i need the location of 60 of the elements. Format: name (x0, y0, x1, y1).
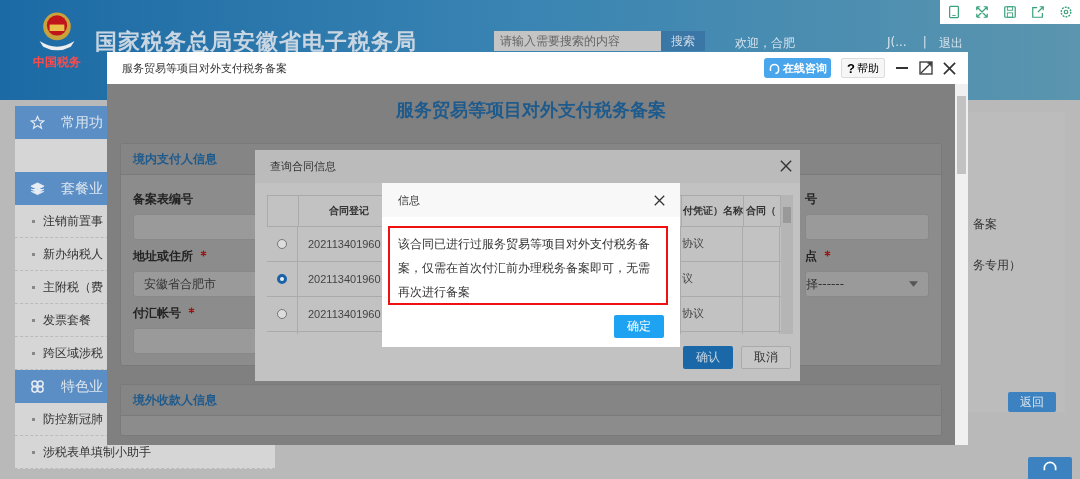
share-icon[interactable] (1031, 5, 1045, 19)
caret-icon (909, 281, 918, 287)
radio-button[interactable] (277, 238, 287, 249)
welcome-text: 欢迎，合肥 (735, 35, 796, 52)
scrollbar[interactable] (955, 84, 968, 445)
table-cell: 协议 (682, 236, 704, 251)
search-field[interactable]: 请输入需要搜索的内容 (494, 31, 661, 51)
sidebar-section-title: 特色业 (61, 377, 103, 396)
table-cell: 202113401960 (308, 307, 381, 320)
field-label: 点 (805, 249, 817, 263)
sidebar-section-title: 套餐业 (61, 179, 103, 198)
field-label: 地址或住所 (133, 249, 193, 263)
column-header: 合同登记 (329, 203, 369, 218)
table-cell: 协议 (682, 306, 704, 321)
window-title: 服务贸易等项目对外支付税务备案 (122, 60, 287, 76)
settings-icon[interactable] (1059, 5, 1073, 19)
search-button[interactable]: 搜索 (661, 31, 705, 51)
back-button[interactable]: 返回 (1008, 392, 1056, 412)
site-title: 国家税务总局安徽省电子税务局 (95, 28, 417, 56)
clover-icon (30, 379, 45, 394)
user-name: J(... (887, 35, 907, 49)
table-cell: 202113401960 (308, 237, 381, 250)
select-field[interactable]: 择------ (805, 271, 929, 297)
panel-text: 备案 (973, 216, 997, 233)
cancel-button[interactable]: 取消 (741, 346, 791, 369)
logo-text: 中国税务 (33, 54, 81, 71)
headset-button[interactable] (1028, 457, 1072, 479)
confirm-button[interactable]: 确认 (683, 346, 733, 369)
field-label: 付汇帐号 (133, 306, 181, 320)
section-title: 境内支付人信息 (133, 150, 217, 168)
column-header: 付凭证）名称 (683, 203, 743, 218)
star-icon (30, 115, 45, 130)
logout-link[interactable]: 退出 (938, 35, 963, 52)
close-icon[interactable] (943, 61, 956, 75)
save-icon[interactable] (1003, 5, 1017, 19)
scrollbar[interactable] (781, 194, 793, 334)
headset-icon (768, 61, 782, 75)
tablet-icon[interactable] (947, 5, 961, 19)
close-icon[interactable] (780, 160, 792, 173)
table-cell: 议 (682, 271, 693, 286)
consult-button[interactable]: 在线咨询 (764, 58, 832, 78)
close-icon[interactable] (654, 194, 665, 206)
maximize-icon[interactable] (919, 61, 933, 75)
column-header: 合同（ (746, 203, 776, 218)
sidebar-section-title: 常用功 (61, 113, 103, 132)
field-label: 号 (805, 192, 817, 206)
radio-button[interactable] (277, 273, 287, 284)
dialog-title: 信息 (398, 192, 420, 208)
panel-text: 务专用） (973, 257, 1021, 274)
message-text: 该合同已进行过服务贸易等项目对外支付税务备案，仅需在首次付汇前办理税务备案即可，无需再次进行备案 (398, 236, 651, 301)
field-label: 备案表编号 (133, 192, 193, 206)
page-heading: 服务贸易等项目对外支付税务备案 (395, 98, 667, 122)
dialog-title: 查询合同信息 (270, 158, 336, 174)
section-title: 境外收款人信息 (133, 391, 217, 409)
help-button[interactable]: ?帮助 (841, 58, 885, 78)
fullscreen-icon[interactable] (975, 5, 989, 19)
ok-button[interactable]: 确定 (614, 315, 664, 338)
layers-icon (30, 181, 45, 196)
separator: | (922, 35, 927, 49)
radio-button[interactable] (277, 308, 287, 319)
